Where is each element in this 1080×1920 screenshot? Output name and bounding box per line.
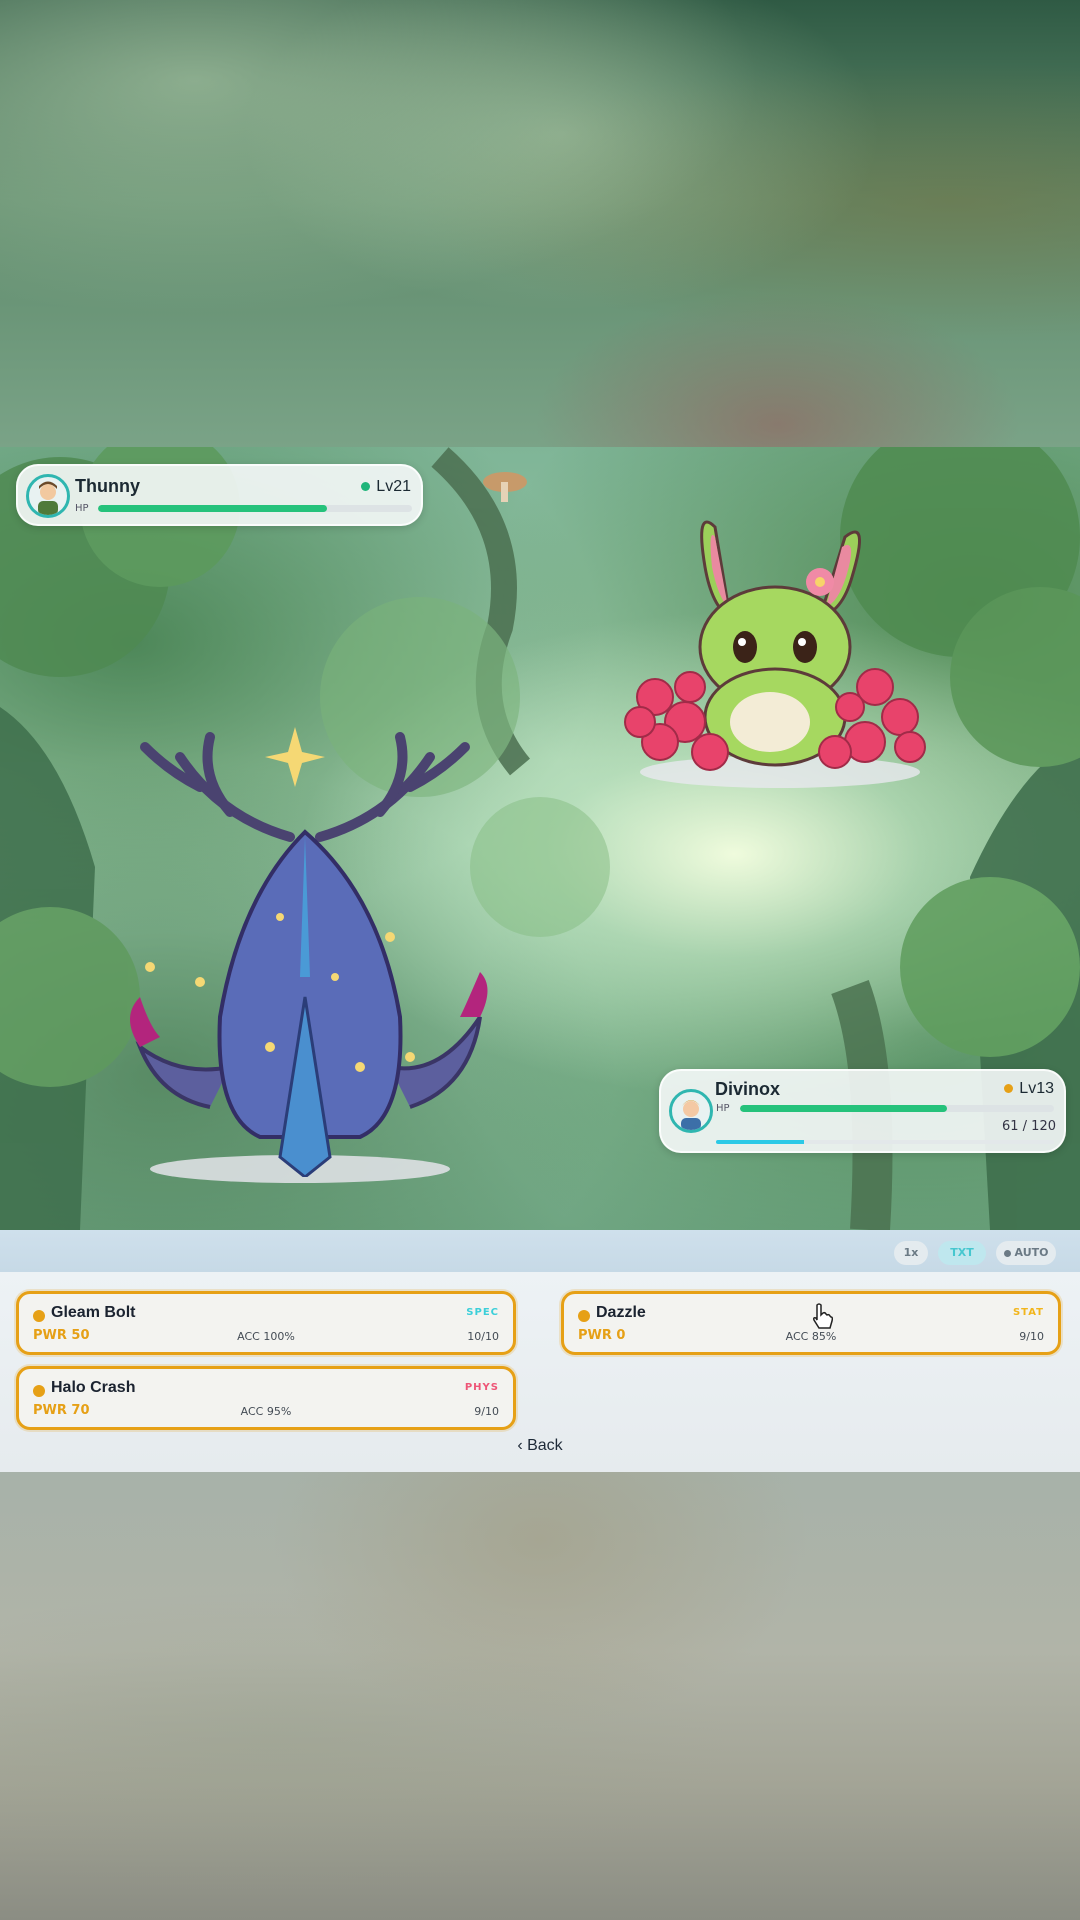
enemy-hp-bar <box>740 1105 1054 1112</box>
move-name: Dazzle <box>596 1304 646 1321</box>
move-accuracy: ACC 100% <box>237 1330 295 1343</box>
move-accuracy: ACC 95% <box>240 1405 292 1418</box>
enemy-xp-fill <box>716 1140 804 1144</box>
move-pp: 10/10 <box>467 1330 499 1343</box>
enemy-hp-fill <box>740 1105 948 1112</box>
move-accuracy: ACC 85% <box>785 1330 837 1343</box>
move-button-halo-crash[interactable]: Halo Crash PHYS PWR 70 ACC 95% 9/10 <box>16 1366 516 1430</box>
enemy-hp-text: 61 / 120 <box>1002 1119 1056 1134</box>
text-toggle-button[interactable]: TXT <box>938 1241 986 1265</box>
move-category: PHYS <box>464 1382 499 1393</box>
bottom-blurred-backdrop <box>0 1472 1080 1920</box>
auto-toggle-button[interactable]: AUTO <box>996 1241 1056 1265</box>
back-button[interactable]: ‹ Back <box>490 1437 590 1455</box>
enemy-level: Lv13 <box>1004 1080 1054 1098</box>
move-pp: 9/10 <box>1019 1330 1044 1343</box>
top-blurred-backdrop <box>0 0 1080 447</box>
move-name: Halo Crash <box>51 1379 136 1396</box>
move-type-dot <box>33 1310 45 1322</box>
move-category: SPEC <box>466 1307 499 1318</box>
speed-toggle-button[interactable]: 1x <box>894 1241 928 1265</box>
rabbit-creature-sprite <box>624 520 926 771</box>
move-name: Gleam Bolt <box>51 1304 136 1321</box>
player-status-dot <box>361 482 371 492</box>
antlered-creature-sprite <box>130 727 488 1177</box>
player-level: Lv21 <box>361 478 411 496</box>
move-type-dot <box>33 1385 45 1397</box>
enemy-status-dot <box>1004 1084 1014 1094</box>
hand-cursor-icon <box>813 1303 833 1329</box>
player-hp-bar <box>98 505 412 512</box>
player-creature-name: Thunny <box>75 476 140 496</box>
move-type-dot <box>578 1310 590 1322</box>
player-hp-label: HP <box>75 503 89 514</box>
auto-indicator-icon <box>1003 1249 1011 1257</box>
enemy-trainer-avatar <box>669 1089 713 1133</box>
enemy-status-panel: Divinox Lv13 HP 61 / 120 <box>659 1069 1066 1153</box>
enemy-xp-bar <box>716 1140 1054 1144</box>
player-status-panel: Thunny Lv21 HP <box>16 464 423 526</box>
move-category: STAT <box>1012 1307 1044 1318</box>
move-pp: 9/10 <box>474 1405 499 1418</box>
enemy-creature-name: Divinox <box>715 1079 781 1099</box>
player-trainer-avatar <box>26 474 70 518</box>
player-hp-fill <box>98 505 328 512</box>
move-button-gleam-bolt[interactable]: Gleam Bolt SPEC PWR 50 ACC 100% 10/10 <box>16 1291 516 1355</box>
enemy-hp-label: HP <box>716 1103 730 1114</box>
